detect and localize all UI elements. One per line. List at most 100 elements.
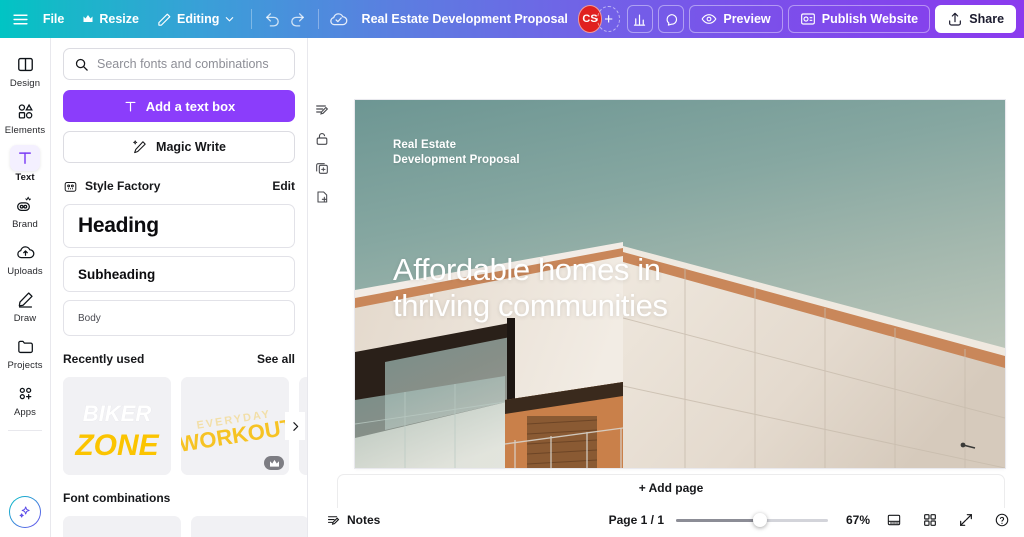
grid-view-icon: [922, 512, 938, 528]
font-combinations-title: Font combinations: [63, 491, 171, 505]
search-bar[interactable]: [63, 48, 295, 80]
magic-write-button[interactable]: Magic Write: [63, 131, 295, 163]
sidebar-label-apps: Apps: [13, 407, 37, 418]
page-view-icon: [886, 512, 902, 528]
insights-button[interactable]: [626, 5, 653, 33]
sidebar-label-brand: Brand: [12, 219, 38, 230]
style-card-subheading-label: Subheading: [78, 266, 156, 282]
page-view-button[interactable]: [882, 508, 906, 532]
preview-button[interactable]: Preview: [689, 5, 783, 33]
style-card-heading-label: Heading: [78, 214, 159, 237]
toolbar-divider-2: [317, 9, 319, 29]
fullscreen-button[interactable]: [954, 508, 978, 532]
style-factory-header: Style Factory Edit: [63, 177, 295, 195]
add-text-box-button[interactable]: Add a text box: [63, 90, 295, 122]
sidebar-item-design[interactable]: Design: [2, 46, 48, 93]
notes-icon[interactable]: [314, 102, 330, 118]
preview-label: Preview: [723, 12, 771, 26]
cloud-save-status-button[interactable]: [326, 5, 352, 33]
hamburger-icon: [12, 11, 29, 28]
notes-icon: [326, 513, 341, 528]
design-page-canvas[interactable]: Real Estate Development Proposal Afforda…: [355, 100, 1005, 468]
sidebar-item-text[interactable]: Text: [2, 140, 48, 187]
add-collaborator-button[interactable]: +: [597, 6, 620, 32]
recently-used-header: Recently used See all: [63, 350, 295, 368]
folder-icon: [10, 333, 40, 359]
pencil-icon: [157, 12, 172, 27]
add-page-icon[interactable]: [314, 189, 330, 205]
canvas-eyebrow-text[interactable]: Real Estate Development Proposal: [393, 138, 520, 168]
list-item[interactable]: BIKER ZONE: [63, 377, 171, 475]
zoom-level-value[interactable]: 67%: [840, 513, 870, 527]
canvas-scroll-wrapper: Real Estate Development Proposal Afforda…: [336, 38, 1024, 473]
list-item[interactable]: EVERYDAY WORKOUT: [181, 377, 289, 475]
comment-bubble-icon: [664, 12, 679, 27]
notes-button[interactable]: Notes: [320, 509, 386, 532]
thumb-line1: BIKER: [83, 401, 152, 426]
canvas-area: Real Estate Development Proposal Afforda…: [308, 38, 1024, 473]
zoom-slider[interactable]: [676, 513, 828, 527]
sidebar-item-elements[interactable]: Elements: [2, 93, 48, 140]
sidebar-item-brand[interactable]: Brand: [2, 187, 48, 234]
add-page-button[interactable]: + Add page: [631, 478, 712, 498]
bottom-toolbar: Notes Page 1 / 1 67%: [308, 503, 1024, 537]
page-tools-column: [308, 38, 336, 473]
comments-button[interactable]: [658, 5, 685, 33]
publish-website-button[interactable]: Publish Website: [787, 5, 931, 33]
upload-cloud-icon: [10, 239, 40, 265]
sidebar-item-apps[interactable]: Apps: [2, 375, 48, 422]
canva-editor-app: File Resize Editing Real Estate Developm…: [0, 0, 1024, 537]
duplicate-page-icon[interactable]: [314, 160, 330, 176]
recently-used-see-all-link[interactable]: See all: [257, 352, 295, 366]
undo-icon: [264, 11, 281, 28]
ai-assistant-button[interactable]: [9, 496, 41, 528]
style-card-body[interactable]: Body: [63, 300, 295, 336]
help-button[interactable]: [990, 508, 1014, 532]
sidebar-label-draw: Draw: [13, 313, 37, 324]
search-input[interactable]: [97, 57, 284, 71]
sidebar-label-design: Design: [9, 78, 41, 89]
font-combinations-header: Font combinations: [63, 489, 295, 507]
zoom-slider-knob[interactable]: [752, 513, 767, 527]
carousel-next-button[interactable]: [285, 412, 305, 440]
style-card-heading[interactable]: Heading: [63, 204, 295, 248]
crown-icon: [82, 13, 94, 25]
list-item[interactable]: FINE WINE: [63, 516, 181, 537]
chevron-right-icon: [289, 420, 302, 433]
editor-body: Design Elements Text Brand Uploads Draw …: [0, 38, 1024, 537]
thumb-line2: ZONE: [74, 429, 159, 462]
file-menu-button[interactable]: File: [34, 5, 74, 33]
sidebar-label-text: Text: [15, 172, 35, 183]
share-button[interactable]: Share: [935, 5, 1017, 33]
lock-icon[interactable]: [314, 131, 330, 147]
recently-used-carousel: BIKER ZONE EVERYDAY WORKOUT: [63, 377, 307, 475]
share-label: Share: [969, 12, 1005, 26]
style-card-subheading[interactable]: Subheading: [63, 256, 295, 292]
undo-button[interactable]: [259, 5, 285, 33]
website-icon: [800, 11, 816, 27]
sidebar-item-uploads[interactable]: Uploads: [2, 234, 48, 281]
resize-button[interactable]: Resize: [73, 5, 148, 33]
page-indicator: Page 1 / 1: [608, 513, 664, 527]
style-factory-edit-link[interactable]: Edit: [272, 179, 295, 193]
sidebar-item-draw[interactable]: Draw: [2, 281, 48, 328]
editing-label: Editing: [176, 12, 220, 26]
eye-icon: [701, 11, 717, 27]
magic-sparkle-icon: [17, 504, 33, 520]
add-page-strip: + Add page: [336, 473, 1006, 508]
crown-icon: [269, 459, 280, 468]
shapes-icon: [10, 98, 40, 124]
text-T-icon: [10, 145, 40, 171]
editing-mode-button[interactable]: Editing: [148, 5, 244, 33]
document-title[interactable]: Real Estate Development Proposal: [352, 12, 578, 26]
canvas-headline-text[interactable]: Affordable homes in thriving communities: [393, 252, 668, 325]
style-card-body-label: Body: [78, 312, 101, 324]
sidebar-item-projects[interactable]: Projects: [2, 328, 48, 375]
redo-button[interactable]: [285, 5, 311, 33]
list-item[interactable]: [191, 516, 307, 537]
grid-view-button[interactable]: [918, 508, 942, 532]
file-menu-label: File: [42, 12, 65, 26]
style-factory-title: Style Factory: [85, 179, 161, 193]
notes-label: Notes: [347, 513, 381, 527]
hamburger-menu-button[interactable]: [8, 5, 34, 33]
